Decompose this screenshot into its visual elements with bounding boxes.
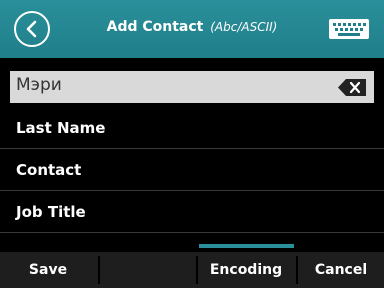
keyboard-icon: [329, 19, 369, 39]
name-input-value: Мэри: [16, 75, 62, 95]
title-text: Add Contact: [106, 19, 204, 35]
empty-softkey: [100, 252, 196, 288]
list-item-contact[interactable]: Contact: [0, 149, 384, 191]
list-item-label: Last Name: [16, 119, 106, 137]
encoding-softkey-indicator: [199, 244, 294, 248]
save-softkey[interactable]: Save: [0, 252, 96, 288]
phone-screen: Add Contact (Abc/ASCII) Мэри Last Name C…: [0, 0, 384, 288]
list-item-last-name[interactable]: Last Name: [0, 107, 384, 149]
header-bar: Add Contact (Abc/ASCII): [0, 0, 384, 58]
backspace-icon[interactable]: [338, 79, 366, 96]
encoding-softkey[interactable]: Encoding: [198, 252, 294, 288]
name-input[interactable]: Мэри: [10, 71, 374, 103]
keyboard-button[interactable]: [327, 18, 371, 40]
list-item-label: Job Title: [16, 203, 86, 221]
softkey-bar: Save Encoding Cancel: [0, 252, 384, 288]
list-item-label: Contact: [16, 161, 82, 179]
cancel-softkey[interactable]: Cancel: [298, 252, 384, 288]
title-encoding-mode: (Abc/ASCII): [210, 20, 278, 34]
list-item-job-title[interactable]: Job Title: [0, 191, 384, 233]
